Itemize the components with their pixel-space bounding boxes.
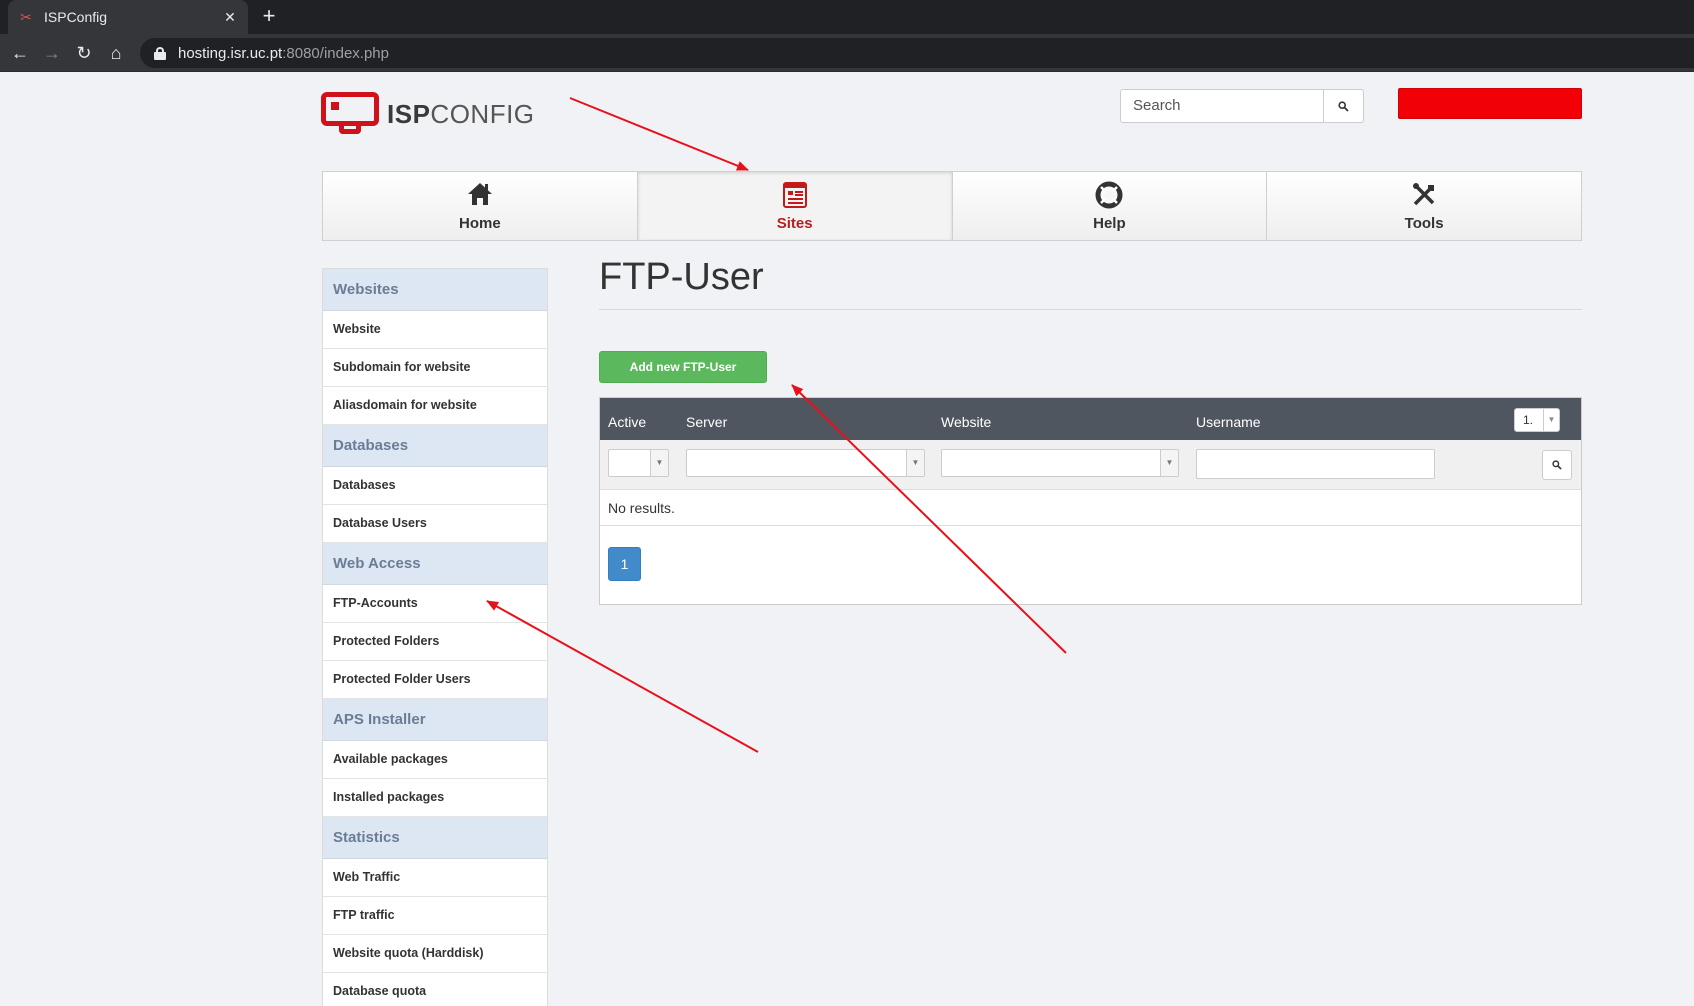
sidebar-section-statistics: Statistics	[323, 817, 547, 859]
sidebar-item-database-quota[interactable]: Database quota	[323, 973, 547, 1006]
main-content: FTP-User Add new FTP-User Active Server …	[599, 252, 1582, 605]
nav-sites-label: Sites	[776, 215, 813, 232]
sidebar-item-website-quota[interactable]: Website quota (Harddisk)	[323, 935, 547, 973]
redacted-user-box[interactable]	[1398, 88, 1582, 119]
close-tab-icon[interactable]: ✕	[222, 9, 238, 26]
add-ftp-user-button[interactable]: Add new FTP-User	[599, 351, 767, 383]
sidebar-item-protected-folders[interactable]: Protected Folders	[323, 623, 547, 661]
lock-icon	[154, 47, 166, 60]
sidebar-section-aps-installer: APS Installer	[323, 699, 547, 741]
tools-icon	[1267, 181, 1581, 209]
sidebar-section-databases: Databases	[323, 425, 547, 467]
search-input[interactable]: Search	[1120, 89, 1324, 123]
pagination-page-1[interactable]: 1	[608, 547, 641, 581]
sidebar-item-web-traffic[interactable]: Web Traffic	[323, 859, 547, 897]
nav-tools[interactable]: Tools	[1267, 172, 1581, 240]
url-host: hosting.isr.uc.pt	[178, 44, 283, 62]
chevron-down-icon: ▼	[906, 450, 924, 476]
nav-home[interactable]: Home	[323, 172, 638, 240]
per-page-select[interactable]: 1. ▼	[1514, 408, 1560, 432]
filter-row: ▼ ▼ ▼	[600, 440, 1581, 490]
sidebar-item-ftp-accounts[interactable]: FTP-Accounts	[323, 585, 547, 623]
column-username[interactable]: Username	[1196, 398, 1261, 446]
sidebar-item-available-packages[interactable]: Available packages	[323, 741, 547, 779]
nav-help-label: Help	[1093, 215, 1126, 232]
sidebar-item-subdomain[interactable]: Subdomain for website	[323, 349, 547, 387]
nav-home-label: Home	[459, 215, 501, 232]
search-button[interactable]	[1323, 89, 1364, 123]
sidebar-section-web-access: Web Access	[323, 543, 547, 585]
sidebar-item-protected-folder-users[interactable]: Protected Folder Users	[323, 661, 547, 699]
sidebar-item-databases[interactable]: Databases	[323, 467, 547, 505]
no-results-text: No results.	[600, 490, 1581, 526]
nav-tools-label: Tools	[1404, 215, 1444, 232]
browser-tab[interactable]: ✂ ISPConfig ✕	[8, 0, 248, 34]
logo-text-rest: CONFIG	[430, 98, 535, 129]
browser-toolbar: ← → ↻ ⌂ hosting.isr.uc.pt :8080/index.ph…	[0, 34, 1694, 72]
ftp-user-table: Active Server Website Username 1. ▼ ▼ ▼ …	[599, 397, 1582, 605]
filter-username-input[interactable]	[1196, 449, 1435, 479]
browser-tabbar: ✂ ISPConfig ✕ +	[0, 0, 1694, 34]
search-icon	[1552, 460, 1562, 470]
sidebar-item-website[interactable]: Website	[323, 311, 547, 349]
filter-website-select[interactable]: ▼	[941, 449, 1179, 477]
main-navigation: Home Sites Help Tools	[322, 171, 1582, 241]
lifebuoy-icon	[953, 181, 1267, 209]
sites-icon	[638, 181, 952, 209]
monitor-logo-icon	[321, 92, 379, 136]
filter-server-select[interactable]: ▼	[686, 449, 925, 477]
chevron-down-icon: ▼	[1160, 450, 1178, 476]
column-active[interactable]: Active	[608, 398, 646, 446]
search-icon	[1338, 101, 1349, 112]
ispconfig-logo[interactable]: ISPCONFIG	[321, 92, 535, 136]
column-server[interactable]: Server	[686, 398, 727, 446]
sidebar-item-database-users[interactable]: Database Users	[323, 505, 547, 543]
nav-sites[interactable]: Sites	[637, 172, 953, 240]
chevron-down-icon: ▼	[650, 450, 668, 476]
page: ISPCONFIG Search Home Sites Help Tools W…	[0, 72, 1694, 1006]
home-icon	[323, 181, 637, 209]
per-page-value: 1.	[1523, 413, 1534, 427]
sidebar-item-aliasdomain[interactable]: Aliasdomain for website	[323, 387, 547, 425]
nav-help[interactable]: Help	[953, 172, 1268, 240]
url-path: :8080/index.php	[282, 44, 389, 62]
filter-active-select[interactable]: ▼	[608, 449, 669, 477]
home-browser-icon[interactable]: ⌂	[105, 42, 127, 64]
sidebar-section-websites: Websites	[323, 269, 547, 311]
sidebar: Websites Website Subdomain for website A…	[322, 268, 548, 1006]
ispconfig-favicon-icon: ✂	[20, 9, 32, 25]
chevron-down-icon: ▼	[1543, 409, 1559, 431]
tab-title: ISPConfig	[44, 9, 108, 25]
forward-arrow-icon[interactable]: →	[41, 42, 63, 64]
logo-text: ISPCONFIG	[387, 99, 535, 130]
logo-text-bold: ISP	[387, 98, 431, 129]
table-header: Active Server Website Username 1. ▼	[600, 398, 1581, 440]
back-arrow-icon[interactable]: ←	[9, 42, 31, 64]
page-title: FTP-User	[599, 252, 1582, 310]
filter-search-button[interactable]	[1542, 450, 1572, 480]
address-bar[interactable]: hosting.isr.uc.pt :8080/index.php	[140, 38, 1694, 68]
sidebar-item-ftp-traffic[interactable]: FTP traffic	[323, 897, 547, 935]
column-website[interactable]: Website	[941, 398, 991, 446]
sidebar-item-installed-packages[interactable]: Installed packages	[323, 779, 547, 817]
new-tab-button[interactable]: +	[258, 5, 280, 28]
reload-icon[interactable]: ↻	[73, 42, 95, 64]
